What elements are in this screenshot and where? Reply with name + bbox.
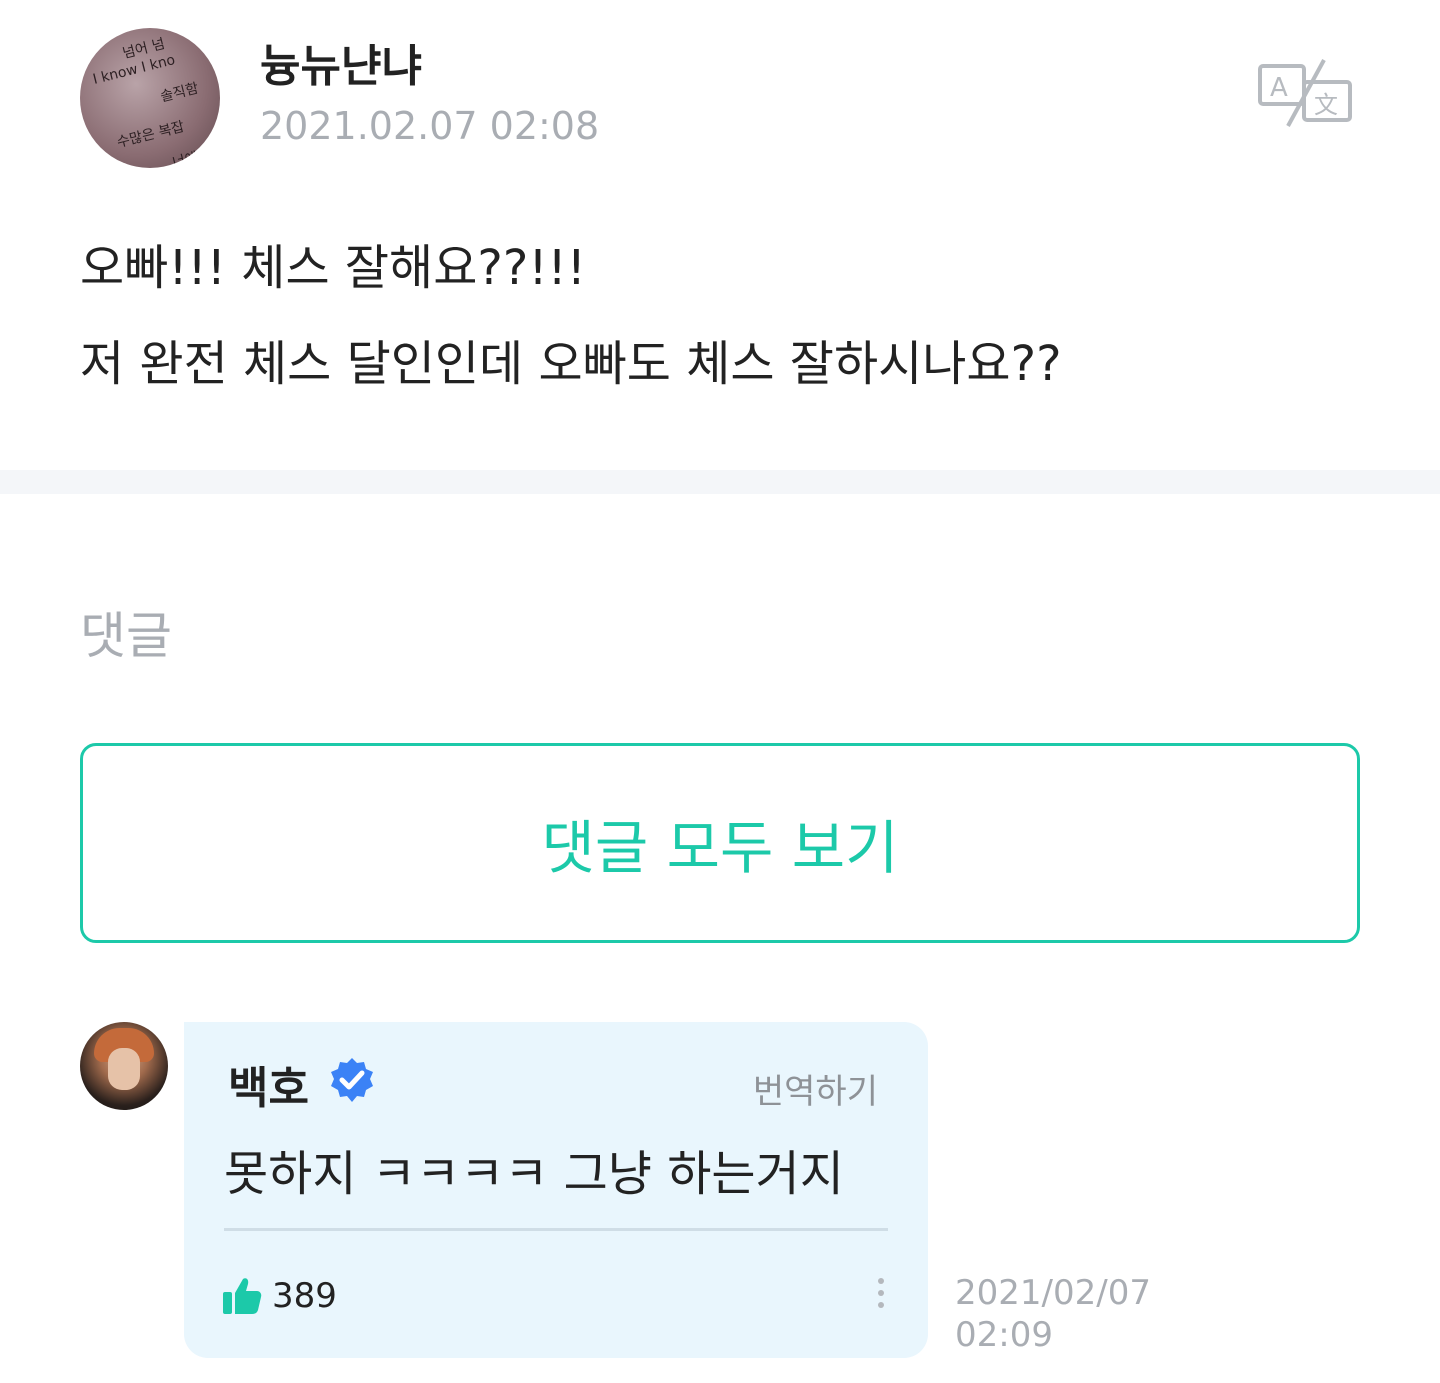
like-count: 389 [272, 1276, 337, 1316]
comment-divider [224, 1228, 888, 1231]
comment-date-line-1: 2021/02/07 [955, 1273, 1151, 1313]
post-header: 넘어 넘 I know I kno 솔직함 수많은 복잡 너에게 늉뉴냔냐 20… [80, 28, 1360, 168]
post-date: 2021.02.07 02:08 [260, 104, 600, 148]
translate-icon[interactable]: A 文 [1258, 58, 1354, 128]
comment-date: 2021/02/07 02:09 [955, 1272, 1151, 1356]
avatar-text-4: 수많은 복잡 [115, 118, 187, 152]
svg-text:A: A [1270, 73, 1288, 103]
avatar-text-3: 솔직함 [158, 80, 201, 106]
avatar-face [108, 1048, 140, 1090]
translate-comment-link[interactable]: 번역하기 [753, 1064, 878, 1113]
post-author-avatar[interactable]: 넘어 넘 I know I kno 솔직함 수많은 복잡 너에게 [80, 28, 220, 168]
post-body-line-1: 오빠!!! 체스 잘해요??!!! [80, 240, 587, 296]
post-author-name[interactable]: 늉뉴냔냐 [260, 30, 422, 94]
comment-text: 못하지 ㅋㅋㅋㅋ 그냥 하는거지 [224, 1146, 844, 1202]
svg-text:文: 文 [1314, 91, 1338, 119]
comment-date-line-2: 02:09 [955, 1315, 1053, 1355]
post-body: 오빠!!! 체스 잘해요??!!! 저 완전 체스 달인인데 오빠도 체스 잘하… [80, 220, 1360, 412]
comments-section-label: 댓글 [80, 607, 172, 665]
commenter-avatar[interactable] [80, 1022, 168, 1110]
section-divider [0, 470, 1440, 494]
comment-bubble: 백호 번역하기 못하지 ㅋㅋㅋㅋ 그냥 하는거지 389 [184, 1022, 928, 1358]
commenter-name[interactable]: 백호 [228, 1052, 309, 1116]
thumbs-up-icon[interactable] [222, 1276, 262, 1316]
post-body-line-2: 저 완전 체스 달인인데 오빠도 체스 잘하시나요?? [80, 336, 1062, 392]
avatar-text-5: 너에게 [170, 146, 213, 168]
view-all-comments-button[interactable]: 댓글 모두 보기 [80, 743, 1360, 943]
verified-badge-icon [328, 1056, 376, 1104]
more-options-icon[interactable] [874, 1274, 888, 1314]
